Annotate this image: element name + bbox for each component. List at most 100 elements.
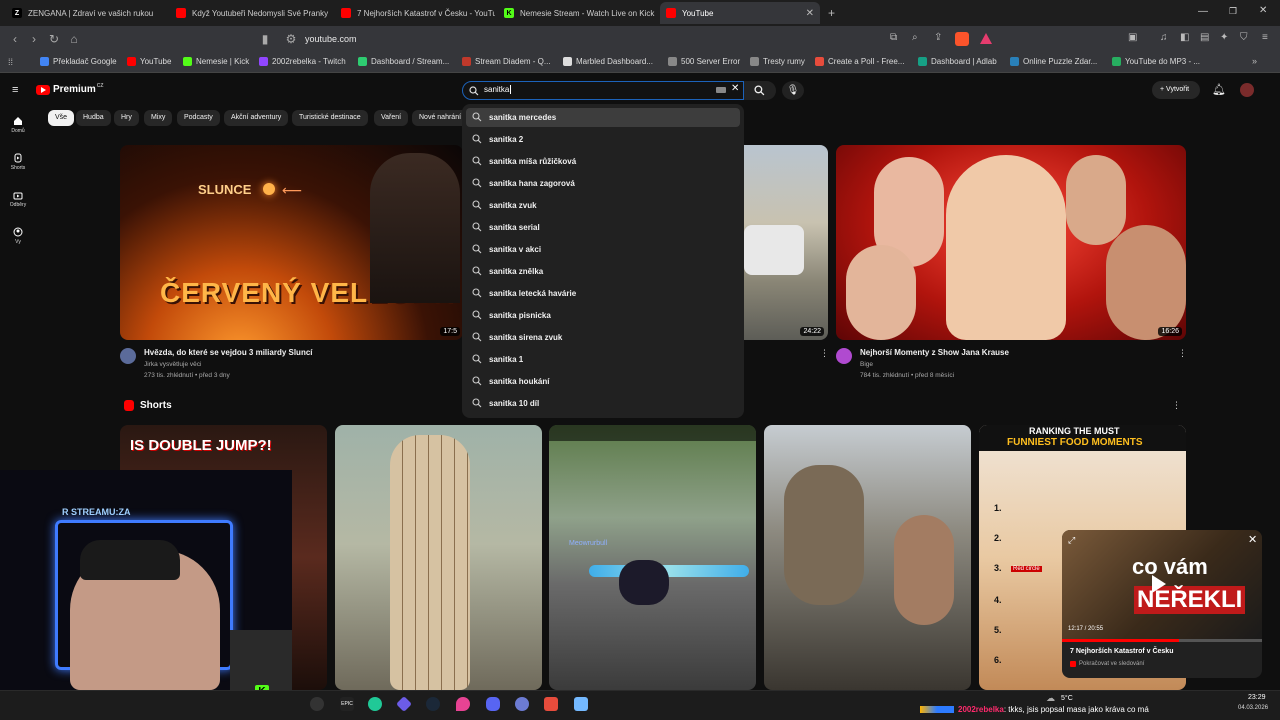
bookmark-item[interactable]: Tresty rumy [750,57,805,66]
search-suggestion[interactable]: sanitka zvuk [472,200,537,210]
home-icon[interactable]: ⌂ [67,32,81,46]
search-suggestion[interactable]: sanitka letecká havárie [472,288,576,298]
chip-mixes[interactable]: Mixy [144,110,173,126]
steam-icon[interactable] [426,697,440,711]
chip-music[interactable]: Hudba [76,110,111,126]
bookmark-item[interactable]: Dashboard / Stream... [358,57,449,66]
search-suggestion[interactable]: sanitka serial [472,222,540,232]
notifications-bell-icon[interactable]: 🔔︎ [1212,83,1226,96]
avatar[interactable] [1240,83,1254,97]
chip-action-adventure[interactable]: Akční adventury [224,110,289,126]
map-pin-icon[interactable] [456,697,470,711]
screenshot-icon[interactable]: ▣ [1128,32,1137,43]
weather-icon[interactable]: ☁ [1046,693,1055,704]
more-options-icon[interactable]: ⋮ [1178,348,1187,359]
share-icon[interactable]: ⇪ [934,32,942,43]
brave-shield-icon[interactable] [955,32,969,46]
mini-player-title[interactable]: 7 Nejhorších Katastrof v Česku [1070,648,1173,655]
sidebar-toggle-icon[interactable]: ◧ [1180,32,1189,43]
microphone-icon[interactable]: 🎙 [782,81,804,100]
channel-name[interactable]: Bige [860,361,873,368]
bookmark-item[interactable]: 2002rebelka - Twitch [259,57,346,66]
bookmark-item[interactable]: 500 Server Error [668,57,740,66]
search-suggestion[interactable]: sanitka houkání [472,376,549,386]
chip-tourist-destinations[interactable]: Turistické destinace [292,110,368,126]
wallet-icon[interactable]: ▤ [1200,32,1209,43]
create-button[interactable]: + Vytvořit [1152,81,1200,99]
search-suggestion[interactable]: sanitka míša růžičková [472,156,576,166]
search-suggestion[interactable]: sanitka mercedes [472,112,556,122]
sidebar-item-home[interactable]: Domů [6,116,30,134]
bookmark-item[interactable]: Online Puzzle Zdar... [1010,57,1097,66]
search-suggestion[interactable]: sanitka 2 [472,134,523,144]
more-options-icon[interactable]: ⋮ [1172,400,1181,411]
tab-zengana[interactable]: Z ZENGANA | Zdraví ve vašich rukou [6,2,166,24]
close-window-button[interactable]: ✕ [1259,5,1267,16]
clear-search-icon[interactable]: ✕ [731,83,739,94]
more-options-icon[interactable]: ⋮ [820,348,829,359]
taskbar-app-icon[interactable] [544,697,558,711]
chip-games[interactable]: Hry [114,110,139,126]
menu-icon[interactable]: ≡ [1262,32,1268,43]
bookmark-item[interactable]: Stream Diadem - Q... [462,57,551,66]
video-title[interactable]: Hvězda, do které se vejdou 3 miliardy Sl… [144,348,313,357]
notepad-icon[interactable] [574,697,588,711]
media-icon[interactable]: ♫ [1160,32,1168,43]
search-suggestion[interactable]: sanitka znělka [472,266,543,276]
search-suggestion[interactable]: sanitka hana zagorová [472,178,575,188]
bookmark-item[interactable]: Marbled Dashboard... [563,57,653,66]
channel-avatar[interactable] [120,348,136,364]
tab-katastrof[interactable]: 7 Nejhorších Katastrof v Česku - YouTube [335,2,495,24]
short-item[interactable] [764,425,971,690]
bookmarks-overflow-icon[interactable]: » [1252,56,1257,66]
epic-games-icon[interactable]: EPIC [340,697,354,711]
bookmark-item[interactable]: Dashboard | Adlab [918,57,997,66]
minimize-button[interactable]: — [1198,6,1208,17]
vpn-shield-icon[interactable]: ⛉ [1240,32,1248,43]
chip-all[interactable]: Vše [48,110,75,126]
hamburger-menu-icon[interactable]: ≡ [12,84,18,96]
bookmark-item[interactable]: Nemesie | Kick [183,57,249,66]
zoom-icon[interactable]: ⌕ [912,32,918,43]
video-title[interactable]: Nejhorší Momenty z Show Jana Krause [860,348,1009,357]
play-icon[interactable] [1152,575,1166,593]
url-field[interactable]: youtube.com [305,34,357,44]
taskbar-app-icon[interactable] [368,697,382,711]
back-button[interactable]: ‹ [8,32,22,46]
channel-name[interactable]: Jirka vysvětluje věci [144,361,201,368]
new-tab-button[interactable]: + [828,6,835,20]
video-thumbnail[interactable]: 16:26 [836,145,1186,340]
search-query-text[interactable]: sanitka [484,85,512,94]
clock-time[interactable]: 23:29 [1248,694,1266,701]
open-external-icon[interactable]: ⧉ [890,32,897,43]
bookmark-item[interactable]: Překladač Google [40,57,117,66]
site-info-icon[interactable]: ⚙ [284,32,298,46]
forward-button[interactable]: › [27,32,41,46]
tab-youtube-active[interactable]: YouTube ✕ [660,2,820,24]
mini-player-video[interactable]: co vám NEŘEKLI 12:17 / 20:55 ⤢ ✕ [1062,530,1262,642]
chip-cooking[interactable]: Vaření [374,110,409,126]
reload-icon[interactable]: ↻ [47,32,61,46]
brave-rewards-icon[interactable] [980,33,992,44]
tab-nemesie-kick[interactable]: K Nemesie Stream - Watch Live on Kick [498,2,656,24]
search-suggestion[interactable]: sanitka sirena zvuk [472,332,562,342]
short-item[interactable]: Meowrurbull [549,425,756,690]
youtube-logo[interactable]: Premium CZ [36,83,103,95]
channel-avatar[interactable] [836,348,852,364]
maximize-button[interactable]: ❐ [1229,6,1237,17]
sidebar-item-subscriptions[interactable]: Odběry [6,190,30,208]
weather-temperature[interactable]: 5°C [1061,695,1073,702]
search-suggestion[interactable]: sanitka pisnicka [472,310,551,320]
bookmark-item[interactable]: YouTube do MP3 - ... [1112,57,1200,66]
leo-ai-icon[interactable]: ✦ [1220,32,1228,43]
bookmark-item[interactable]: YouTube [127,57,171,66]
chip-new-uploads[interactable]: Nové nahrání [412,110,469,126]
tab-pranky[interactable]: Když Youtubeři Nedomysli Své Pranky [170,2,335,24]
sidebar-item-shorts[interactable]: Shorts [6,153,30,171]
clock-date[interactable]: 04.03.2026 [1238,705,1268,711]
close-icon[interactable]: ✕ [1248,533,1257,546]
bookmark-item[interactable]: Create a Poll - Free... [815,57,904,66]
taskbar-app-icon[interactable] [310,697,324,711]
keyboard-icon[interactable] [716,87,726,93]
chip-podcasts[interactable]: Podcasty [177,110,220,126]
